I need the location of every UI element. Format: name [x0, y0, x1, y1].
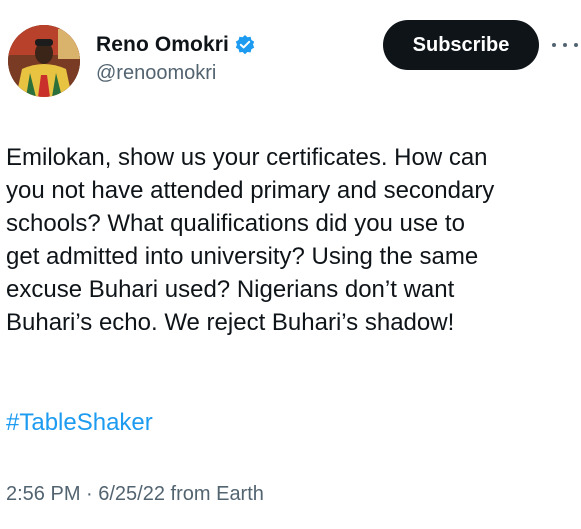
tweet-timestamp[interactable]: 2:56 PM · 6/25/22 from Earth: [6, 483, 264, 506]
tweet-text-line: you not have attended primary and second…: [6, 177, 495, 204]
avatar-image: [8, 25, 80, 97]
verified-badge-icon[interactable]: [234, 34, 256, 56]
more-dot: [574, 43, 578, 47]
tweet-text: Emilokan, show us your certificates. How…: [6, 141, 581, 339]
tweet-text-line: get admitted into university? Using the …: [6, 243, 479, 270]
author-info: Reno Omokri @renoomokri: [96, 31, 256, 85]
author-handle[interactable]: @renoomokri: [96, 62, 256, 85]
tweet-text-line: schools? What qualifications did you use…: [6, 210, 465, 237]
more-horizontal-icon[interactable]: [552, 33, 578, 57]
hashtag-link[interactable]: #TableShaker: [6, 406, 153, 439]
tweet-text-line: Emilokan, show us your certificates. How…: [6, 144, 488, 171]
avatar[interactable]: [8, 25, 80, 97]
subscribe-button[interactable]: Subscribe: [383, 20, 539, 70]
more-dot: [563, 43, 567, 47]
more-dot: [552, 43, 556, 47]
tweet: Reno Omokri @renoomokri Subscribe Emilok…: [0, 0, 581, 529]
author-name-row: Reno Omokri: [96, 31, 256, 59]
author-display-name[interactable]: Reno Omokri: [96, 33, 229, 57]
tweet-text-line: Buhari’s echo. We reject Buhari’s shadow…: [6, 309, 455, 336]
tweet-text-line: excuse Buhari used? Nigerians don’t want: [6, 276, 455, 303]
